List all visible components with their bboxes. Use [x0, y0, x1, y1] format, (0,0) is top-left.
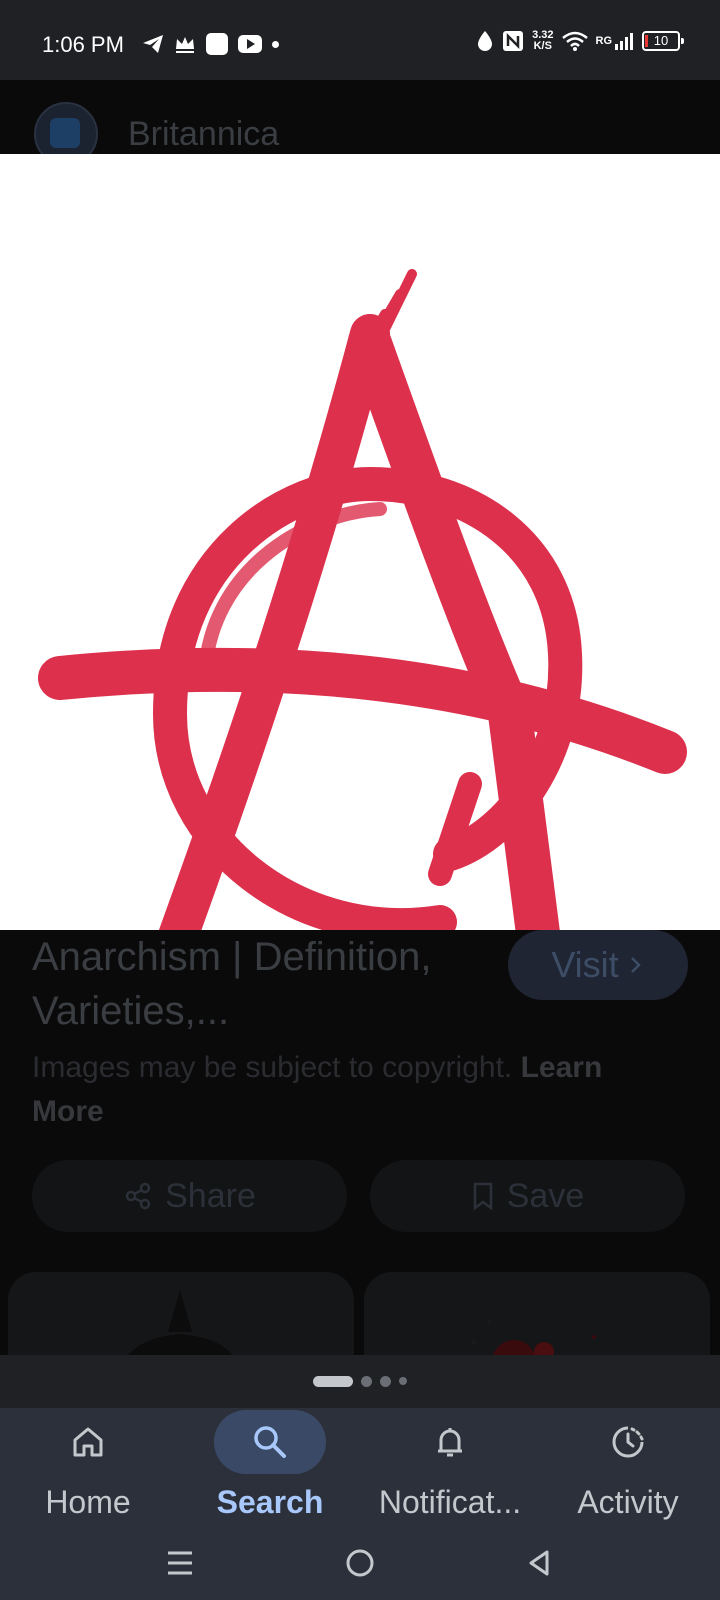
search-icon — [254, 1426, 286, 1458]
battery-level: 10 — [653, 33, 669, 48]
activity-icon — [612, 1426, 644, 1458]
battery-icon: 10 — [642, 31, 684, 51]
home-button[interactable] — [330, 1538, 390, 1588]
carrier-label: RG — [595, 35, 613, 47]
nav-home-label: Home — [45, 1484, 131, 1520]
copyright-notice: Images may be subject to copyright. Lear… — [32, 1046, 672, 1134]
back-triangle-icon — [529, 1550, 549, 1576]
signal-icon — [615, 33, 633, 50]
image-pager — [0, 1355, 720, 1407]
visit-button[interactable]: Visit — [508, 930, 688, 1000]
nav-search-icon-wrap — [214, 1410, 326, 1474]
status-bar: 1:06 PM 3.32 K/S RG 10 — [0, 0, 720, 80]
chevron-right-icon — [630, 957, 641, 973]
bookmark-icon — [473, 1182, 492, 1211]
preview-image[interactable] — [0, 154, 720, 930]
telegram-icon — [143, 35, 163, 53]
share-icon — [125, 1182, 151, 1210]
pager-dot-active — [313, 1375, 353, 1387]
nav-search-label: Search — [216, 1484, 324, 1520]
more-notifications-dot — [272, 40, 279, 48]
visit-label: Visit — [551, 944, 619, 985]
nav-search[interactable]: Search — [200, 1408, 340, 1528]
app-notification-icon — [206, 33, 228, 55]
menu-icon — [168, 1551, 192, 1575]
result-title[interactable]: Anarchism | Definition, Varieties,... — [32, 930, 482, 1038]
symbol-left-leg-rough — [159, 907, 182, 930]
nav-home[interactable]: Home — [32, 1408, 144, 1528]
youtube-icon — [238, 35, 262, 53]
nav-notifications-icon-wrap — [394, 1410, 506, 1474]
bottom-navigation: Home Search Notificat... Activity — [0, 1408, 720, 1528]
system-navigation-bar — [0, 1528, 720, 1600]
pager-dot — [361, 1375, 372, 1387]
nav-activity-label: Activity — [577, 1484, 679, 1520]
symbol-crossbar-rough — [84, 658, 216, 675]
circle-home-icon — [346, 1549, 374, 1577]
net-speed: 3.32 K/S — [532, 30, 553, 52]
net-speed-unit: K/S — [533, 40, 552, 52]
nav-home-icon-wrap — [32, 1410, 144, 1474]
pager-dot — [399, 1377, 407, 1385]
save-label: Save — [506, 1176, 585, 1215]
save-button[interactable]: Save — [370, 1160, 685, 1232]
notification-icons — [142, 33, 279, 55]
share-button[interactable]: Share — [32, 1160, 347, 1232]
nav-notifications-label: Notificat... — [378, 1484, 522, 1520]
crown-icon — [176, 37, 194, 53]
system-icons: 3.32 K/S RG 10 — [476, 30, 684, 52]
wifi-icon — [561, 31, 588, 51]
nfc-icon — [503, 31, 524, 51]
nav-activity-icon-wrap — [572, 1410, 684, 1474]
bell-icon — [438, 1428, 462, 1457]
recent-apps-button[interactable] — [150, 1538, 210, 1588]
source-name: Britannica — [128, 114, 280, 153]
home-icon — [73, 1427, 103, 1457]
nav-activity[interactable]: Activity — [560, 1408, 696, 1528]
pager-dot — [380, 1375, 391, 1387]
back-button[interactable] — [510, 1538, 570, 1588]
share-label: Share — [165, 1176, 256, 1215]
nav-notifications[interactable]: Notificat... — [358, 1408, 542, 1528]
anarchy-symbol-image — [38, 269, 687, 930]
copyright-text: Images may be subject to copyright. — [32, 1051, 513, 1084]
data-saver-icon — [478, 31, 493, 51]
status-time: 1:06 PM — [42, 32, 124, 57]
